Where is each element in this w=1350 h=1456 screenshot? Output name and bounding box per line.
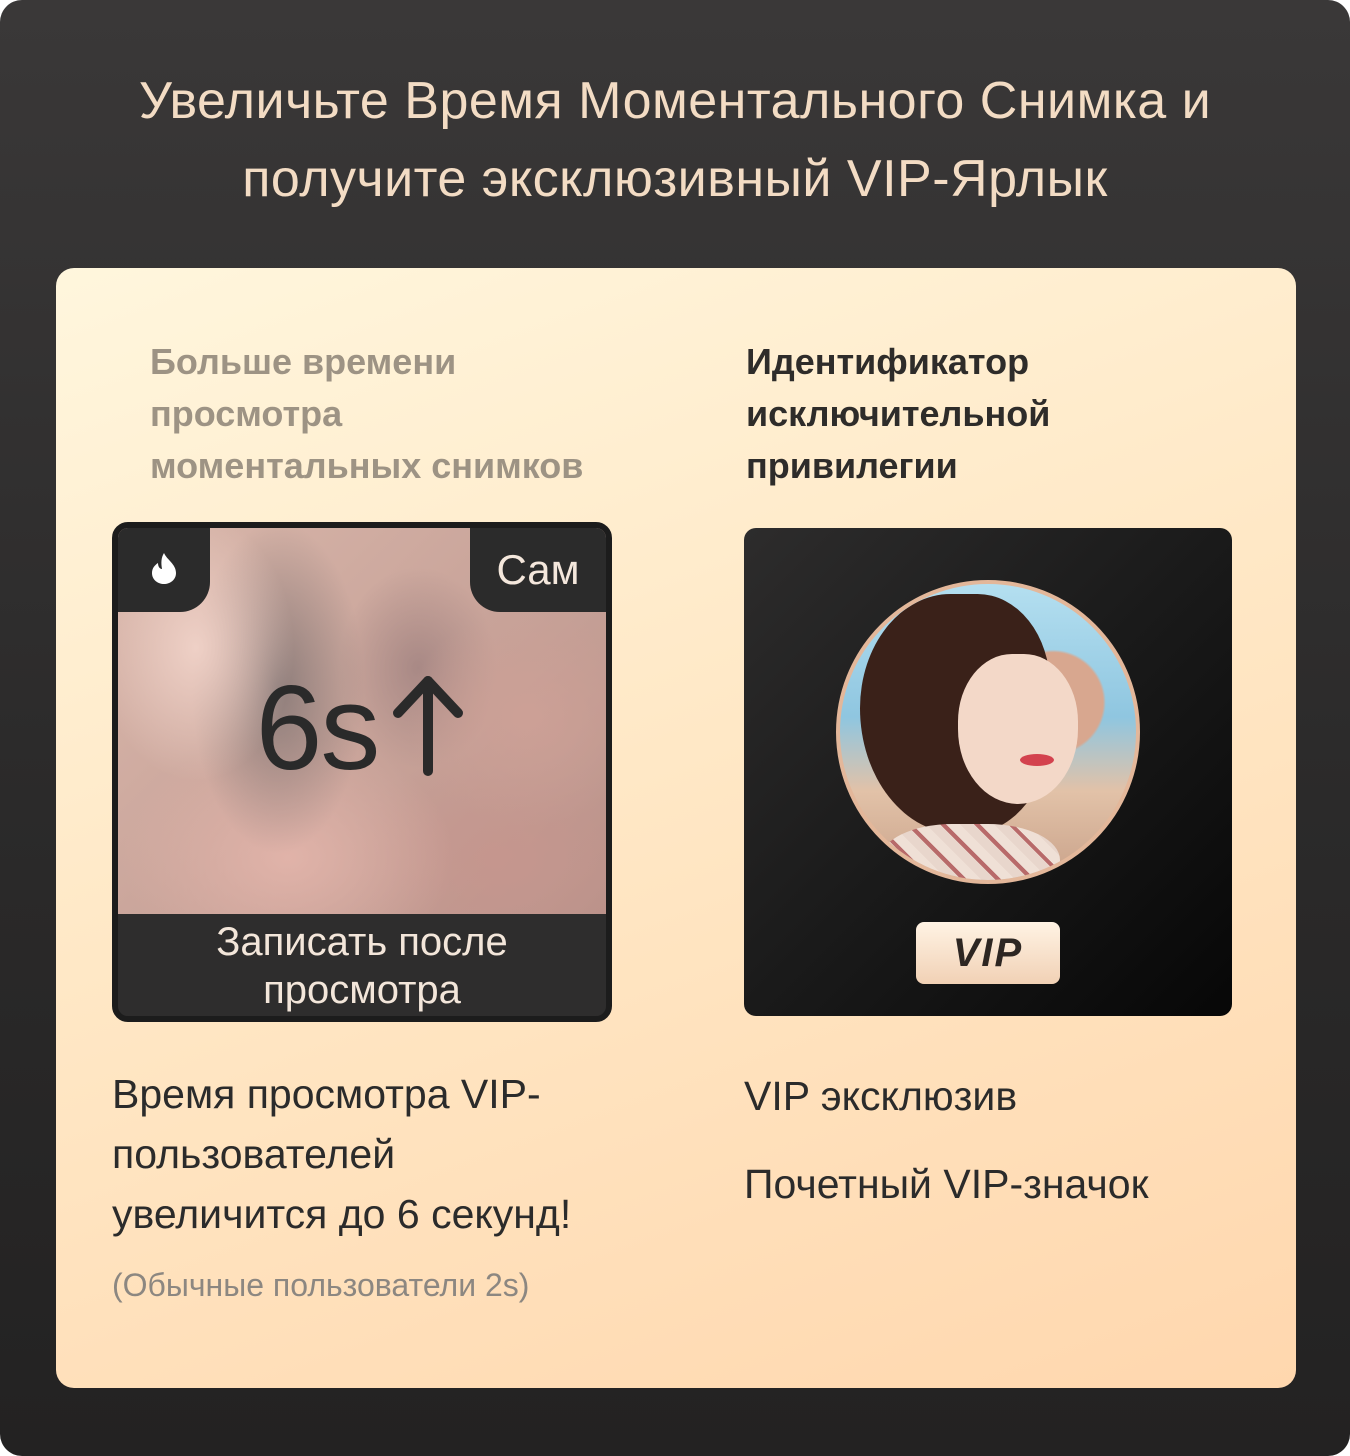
promo-panel: Увеличьте Время Моментального Снимка и п… <box>0 0 1350 1456</box>
left-title-line-2: просмотра <box>150 393 343 434</box>
snapshot-caption-line-1: Записать после <box>216 920 508 964</box>
regular-users-note: (Обычные пользователи 2s) <box>112 1267 530 1303</box>
headline-line-1: Увеличьте Время Моментального Снимка и <box>138 72 1212 130</box>
snapshot-caption-line-2: просмотра <box>263 968 461 1012</box>
avatar-face <box>958 654 1078 804</box>
right-title-line-3: привилегии <box>746 445 958 486</box>
left-description: Время просмотра VIP- пользователей увели… <box>112 1064 672 1244</box>
left-title-line-1: Больше времени <box>150 341 457 382</box>
left-title-line-3: моментальных снимков <box>150 445 584 486</box>
arrow-up-icon <box>388 671 468 786</box>
right-title-line-2: исключительной <box>746 393 1051 434</box>
left-desc-line-2: пользователей <box>112 1131 396 1177</box>
flame-icon <box>149 551 179 590</box>
vip-exclusive-text: VIP эксклюзив <box>744 1073 1018 1119</box>
right-title-line-1: Идентификатор <box>746 341 1030 382</box>
snapshot-time-indicator: 6s <box>118 668 606 788</box>
snapshot-caption: Записать после просмотра <box>118 914 606 1016</box>
vip-preview: VIP <box>744 528 1232 1016</box>
left-desc-line-1: Время просмотра VIP- <box>112 1071 541 1117</box>
benefits-card: Больше времени просмотра моментальных сн… <box>56 268 1296 1388</box>
avatar <box>836 580 1140 884</box>
vip-badge-text: Почетный VIP-значок <box>744 1161 1149 1207</box>
snapshot-self-label: Сам <box>470 528 606 612</box>
left-column-title: Больше времени просмотра моментальных сн… <box>150 336 650 492</box>
left-desc-line-3: увеличится до 6 секунд! <box>112 1191 572 1237</box>
headline: Увеличьте Время Моментального Снимка и п… <box>40 62 1310 218</box>
right-column-title: Идентификатор исключительной привилегии <box>746 336 1186 492</box>
snapshot-badge-left <box>118 528 210 612</box>
snapshot-time-value: 6s <box>255 661 381 795</box>
vip-badge: VIP <box>916 922 1060 984</box>
avatar-shirt <box>880 824 1060 880</box>
avatar-lips <box>1020 754 1054 766</box>
snapshot-preview: Сам 6s Записать после просмотра <box>112 522 612 1022</box>
headline-line-2: получите эксклюзивный VIP-Ярлык <box>242 150 1108 208</box>
